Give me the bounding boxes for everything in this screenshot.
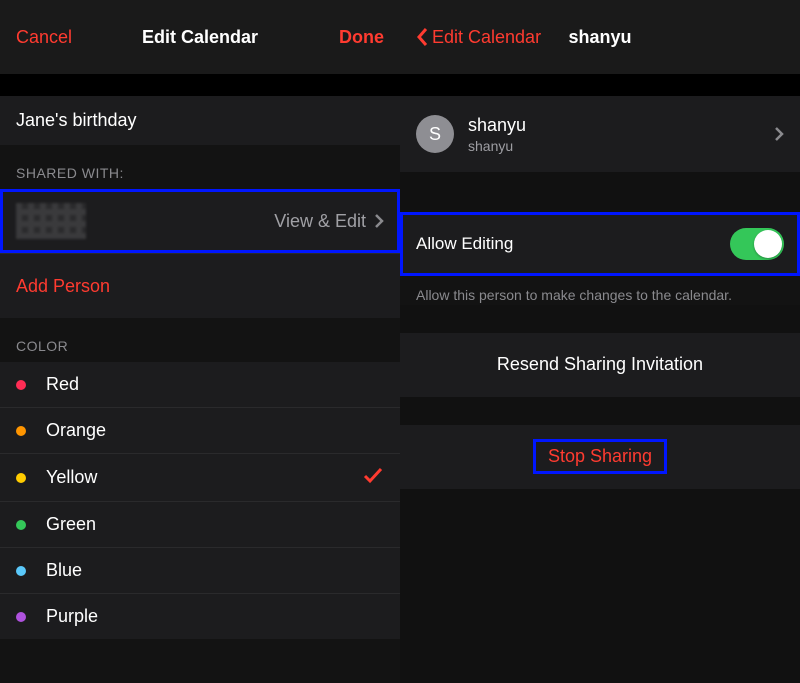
add-person-label: Add Person (16, 276, 110, 297)
chevron-right-icon (774, 126, 784, 142)
allow-editing-row[interactable]: Allow Editing (400, 212, 800, 276)
color-list: Red Orange Yellow Green Blue (0, 362, 400, 639)
resend-invitation-button[interactable]: Resend Sharing Invitation (400, 333, 800, 397)
edit-calendar-pane: Cancel Edit Calendar Done Jane's birthda… (0, 0, 400, 683)
back-button[interactable]: Edit Calendar (416, 27, 541, 48)
chevron-left-icon (416, 27, 428, 47)
person-row[interactable]: S shanyu shanyu (400, 96, 800, 172)
color-option-yellow[interactable]: Yellow (0, 453, 400, 501)
swatch-red (16, 380, 26, 390)
done-button[interactable]: Done (339, 27, 384, 48)
navbar-left: Cancel Edit Calendar Done (0, 0, 400, 74)
color-option-green[interactable]: Green (0, 501, 400, 547)
person-subtitle: shanyu (468, 138, 526, 154)
stop-sharing-button[interactable]: Stop Sharing (536, 442, 664, 471)
person-detail-pane: Edit Calendar shanyu S shanyu shanyu All… (400, 0, 800, 683)
person-name: shanyu (468, 115, 526, 136)
cancel-button[interactable]: Cancel (16, 27, 72, 48)
avatar: S (416, 115, 454, 153)
shared-person-accessory: View & Edit (274, 211, 384, 232)
color-header: COLOR (0, 318, 400, 362)
swatch-purple (16, 612, 26, 622)
stop-sharing-row[interactable]: Stop Sharing (400, 425, 800, 489)
swatch-yellow (16, 473, 26, 483)
add-person-button[interactable]: Add Person (0, 253, 400, 318)
swatch-blue (16, 566, 26, 576)
checkmark-icon (362, 466, 384, 489)
color-option-blue[interactable]: Blue (0, 547, 400, 593)
allow-editing-note: Allow this person to make changes to the… (400, 276, 800, 305)
color-option-orange[interactable]: Orange (0, 407, 400, 453)
color-option-purple[interactable]: Purple (0, 593, 400, 639)
shared-person-name-obscured (16, 203, 86, 239)
shared-person-role: View & Edit (274, 211, 366, 232)
allow-editing-label: Allow Editing (416, 234, 513, 254)
shared-with-header: SHARED WITH: (0, 145, 400, 189)
swatch-orange (16, 426, 26, 436)
calendar-name-field[interactable]: Jane's birthday (0, 96, 400, 145)
allow-editing-toggle[interactable] (730, 228, 784, 260)
color-option-red[interactable]: Red (0, 362, 400, 407)
navbar-right: Edit Calendar shanyu (400, 0, 800, 74)
shared-person-row[interactable]: View & Edit (0, 189, 400, 253)
swatch-green (16, 520, 26, 530)
chevron-right-icon (374, 213, 384, 229)
